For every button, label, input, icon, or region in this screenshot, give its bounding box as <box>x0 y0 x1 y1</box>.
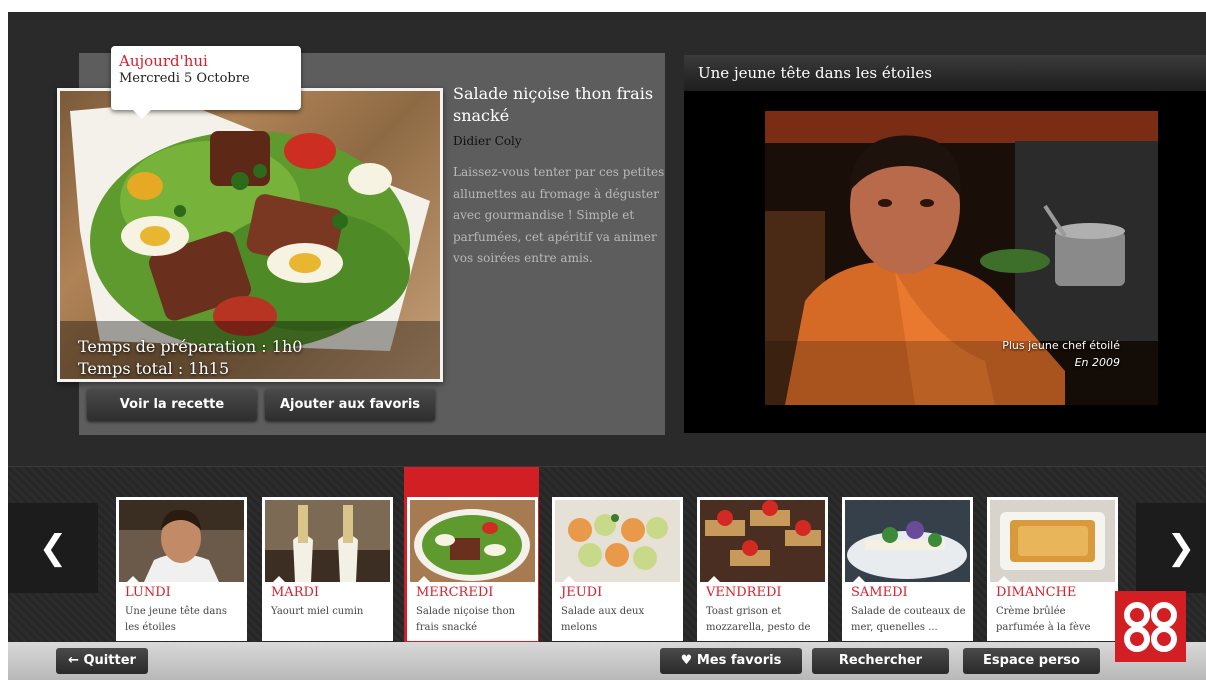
video-title: Une jeune tête dans les étoiles <box>684 55 1206 91</box>
video-player[interactable]: Plus jeune chef étoilé En 2009 <box>765 111 1158 405</box>
day-thumbnail <box>119 500 244 582</box>
day-card-thursday[interactable]: JEUDI Salade aux deux melons <box>552 497 683 641</box>
prep-time: Temps de préparation : 1h0 <box>78 337 303 356</box>
day-card-friday[interactable]: VENDREDI Toast grison et mozzarella, pes… <box>697 497 828 641</box>
day-card-monday[interactable]: LUNDI Une jeune tête dans les étoiles <box>116 497 247 641</box>
day-dish: Une jeune tête dans les étoiles <box>125 606 227 633</box>
day-dish: Salade de couteaux de mer, quenelles ... <box>851 606 966 633</box>
my-favorites-button[interactable]: ♥ Mes favoris <box>660 648 802 674</box>
chevron-right-icon: ❯ <box>1166 528 1196 568</box>
logo-icon[interactable] <box>1115 591 1186 662</box>
week-carousel: ❮ ❯ LUNDI Une jeune tête dans les étoile… <box>8 466 1206 643</box>
day-dish: Salade aux deux melons <box>561 606 645 633</box>
day-dish: Yaourt miel cumin <box>271 606 364 617</box>
day-card-tuesday[interactable]: MARDI Yaourt miel cumin <box>262 497 393 641</box>
footer-bar: ← Quitter ♥ Mes favoris Rechercher Espac… <box>8 642 1206 680</box>
my-favorites-label: Mes favoris <box>696 653 782 668</box>
day-dish: Toast grison et mozzarella, pesto de <box>706 606 811 633</box>
previous-arrow[interactable]: ❮ <box>8 503 98 593</box>
day-dish: Salade niçoise thon frais snacké <box>416 606 516 633</box>
today-label: Aujourd'hui <box>119 52 208 70</box>
day-card-sunday[interactable]: DIMANCHE Crème brûlée parfumée à la fève <box>987 497 1118 641</box>
day-label: LUNDI <box>125 585 171 600</box>
day-thumbnail <box>265 500 390 582</box>
day-label: VENDREDI <box>706 585 782 600</box>
search-button[interactable]: Rechercher <box>812 648 949 674</box>
day-thumbnail <box>845 500 970 582</box>
heart-icon: ♥ <box>680 653 693 668</box>
total-time: Temps total : 1h15 <box>78 359 230 378</box>
day-label: DIMANCHE <box>996 585 1077 600</box>
recipe-description: Laissez-vous tenter par ces petites allu… <box>453 165 665 265</box>
video-caption-line1: Plus jeune chef étoilé <box>1002 339 1120 352</box>
today-date-tooltip: Aujourd'hui Mercredi 5 Octobre <box>111 46 301 119</box>
recipe-photo: Temps de préparation : 1h0 Temps total :… <box>60 91 440 379</box>
day-thumbnail <box>700 500 825 582</box>
day-label: SAMEDI <box>851 585 908 600</box>
tv-recipe-screen: Temps de préparation : 1h0 Temps total :… <box>8 12 1206 680</box>
day-card-saturday[interactable]: SAMEDI Salade de couteaux de mer, quenel… <box>842 497 973 641</box>
day-dish: Crème brûlée parfumée à la fève <box>996 606 1091 633</box>
next-arrow[interactable]: ❯ <box>1136 503 1206 593</box>
view-recipe-button[interactable]: Voir la recette <box>87 389 257 421</box>
recipe-author: Didier Coly <box>453 134 522 148</box>
video-caption: Plus jeune chef étoilé En 2009 <box>1002 337 1120 371</box>
day-thumbnail <box>410 500 535 582</box>
add-to-favorites-button[interactable]: Ajouter aux favoris <box>265 389 435 421</box>
day-thumbnail <box>555 500 680 582</box>
quit-button[interactable]: ← Quitter <box>56 648 148 674</box>
day-card-wednesday[interactable]: MERCREDI Salade niçoise thon frais snack… <box>407 497 538 641</box>
recipe-photo-frame[interactable]: Temps de préparation : 1h0 Temps total :… <box>57 88 443 382</box>
video-panel: Une jeune tête dans les étoiles Plus jeu… <box>684 55 1206 433</box>
video-caption-line2: En 2009 <box>1074 356 1120 369</box>
day-label: MARDI <box>271 585 320 600</box>
quit-label: Quitter <box>83 653 136 668</box>
recipe-title: Salade niçoise thon frais snacké <box>453 84 654 125</box>
personal-space-button[interactable]: Espace perso <box>963 648 1100 674</box>
day-label: JEUDI <box>561 585 603 600</box>
today-date: Mercredi 5 Octobre <box>119 71 250 86</box>
arrow-left-icon: ← <box>68 653 79 668</box>
day-thumbnail <box>990 500 1115 582</box>
day-label: MERCREDI <box>416 585 494 600</box>
recipe-of-the-day-panel: Temps de préparation : 1h0 Temps total :… <box>57 46 665 435</box>
chevron-left-icon: ❮ <box>38 528 68 568</box>
